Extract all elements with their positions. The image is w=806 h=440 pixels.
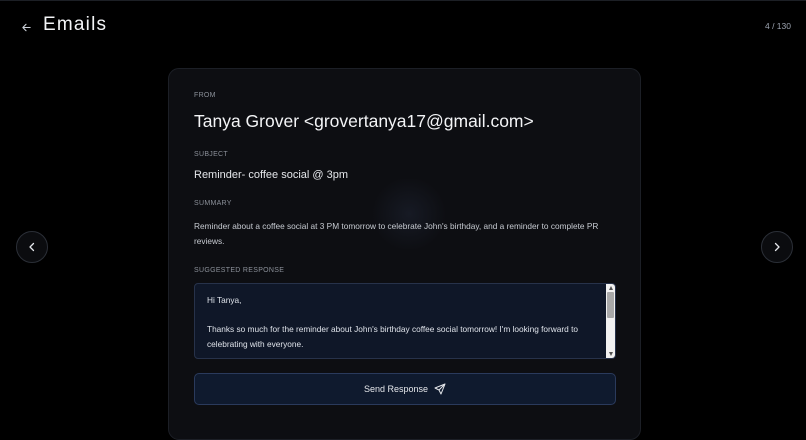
send-icon — [434, 383, 446, 395]
email-card: FROM Tanya Grover <grovertanya17@gmail.c… — [168, 68, 641, 440]
next-email-button[interactable] — [761, 231, 793, 263]
chevron-right-icon — [772, 242, 782, 252]
subject-label: SUBJECT — [194, 151, 228, 158]
from-label: FROM — [194, 92, 216, 99]
email-counter: 4 / 130 — [765, 21, 791, 31]
previous-email-button[interactable] — [16, 231, 48, 263]
summary: Reminder about a coffee social at 3 PM t… — [194, 221, 599, 246]
suggested-response-textarea[interactable]: Hi Tanya, Thanks so much for the reminde… — [194, 283, 616, 359]
sender: Tanya Grover <grovertanya17@gmail.com> — [194, 111, 534, 131]
send-response-label: Send Response — [363, 384, 429, 394]
scroll-down-arrow-icon[interactable] — [609, 352, 613, 356]
scroll-up-arrow-icon[interactable] — [609, 286, 613, 290]
response-scrollbar[interactable] — [606, 284, 615, 358]
chevron-left-icon — [27, 242, 37, 252]
scrollbar-thumb[interactable] — [607, 292, 614, 318]
summary-label: SUMMARY — [194, 200, 232, 207]
suggested-response-label: SUGGESTED RESPONSE — [194, 267, 285, 274]
suggested-response-text[interactable]: Hi Tanya, Thanks so much for the reminde… — [207, 293, 603, 351]
subject: Reminder- coffee social @ 3pm — [194, 169, 349, 181]
back-button[interactable] — [17, 18, 35, 36]
page-title: Emails — [43, 14, 108, 35]
send-response-button[interactable]: Send Response — [194, 373, 616, 405]
arrow-left-icon — [21, 22, 32, 33]
header: Emails 4 / 130 — [0, 0, 806, 52]
